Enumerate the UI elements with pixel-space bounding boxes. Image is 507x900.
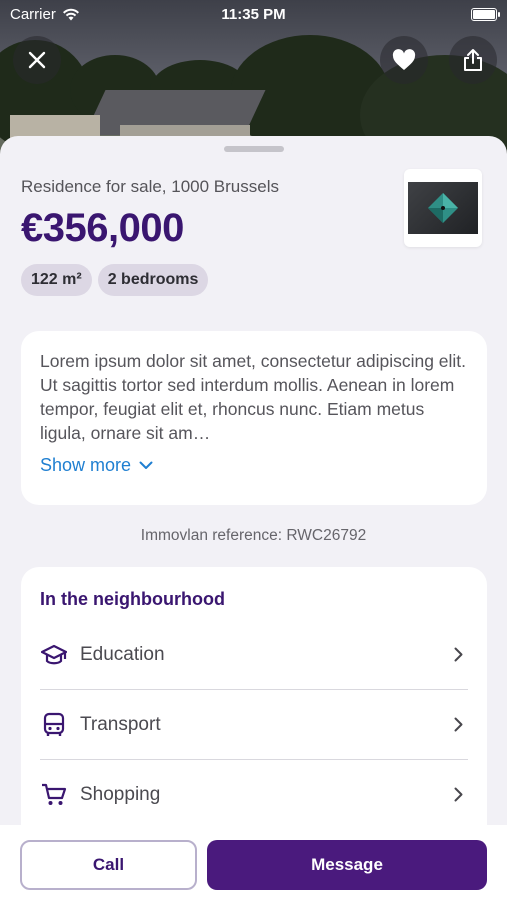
neighbourhood-item-label: Shopping [80,783,161,805]
show-more-label: Show more [40,455,132,475]
close-button[interactable] [13,36,61,84]
wifi-icon [62,8,79,20]
graduation-cap-icon [40,641,68,669]
listing-price: €356,000 [21,206,184,250]
neighbourhood-item-label: Transport [80,713,161,735]
listing-subtitle: Residence for sale, 1000 Brussels [21,177,279,196]
bedrooms-badge: 2 bedrooms [97,264,209,296]
share-button[interactable] [449,36,497,84]
reference-number: Immovlan reference: RWC26792 [140,527,367,544]
favorite-button[interactable] [380,36,428,84]
call-button[interactable]: Call [20,840,197,890]
diamond-logo-icon [428,193,458,223]
listing-features: 122 m² 2 bedrooms [21,264,209,296]
battery-icon [471,7,500,21]
share-icon [464,49,482,71]
neighbourhood-item-label: Education [80,643,165,665]
neighbourhood-item-transport[interactable]: Transport [40,690,468,760]
description-text: Lorem ipsum dolor sit amet, consectetur … [40,351,467,443]
neighbourhood-item-shopping[interactable]: Shopping [40,760,468,830]
listing-sheet: Residence for sale, 1000 Brussels €356,0… [0,136,507,900]
chevron-right-icon [448,787,468,802]
chevron-right-icon [448,717,468,732]
agency-logo[interactable] [404,169,482,247]
chevron-down-icon [139,461,153,469]
sheet-grabber[interactable] [224,146,284,152]
status-bar: Carrier 11:35 PM [0,0,507,28]
agency-logo-image [408,182,478,234]
close-icon [28,51,46,69]
description-card: Lorem ipsum dolor sit amet, consectetur … [21,331,487,505]
bus-icon [40,711,68,739]
chevron-right-icon [448,647,468,662]
shopping-cart-icon [40,781,68,809]
neighbourhood-card: In the neighbourhood Education Transport… [21,567,487,867]
neighbourhood-item-education[interactable]: Education [40,620,468,690]
show-more-link[interactable]: Show more [40,455,468,476]
carrier-label: Carrier [10,5,56,23]
neighbourhood-title: In the neighbourhood [40,589,225,609]
heart-icon [392,49,416,70]
message-button[interactable]: Message [207,840,487,890]
area-badge: 122 m² [21,264,92,296]
clock: 11:35 PM [221,5,286,23]
bottom-action-bar: Call Message [0,825,507,900]
